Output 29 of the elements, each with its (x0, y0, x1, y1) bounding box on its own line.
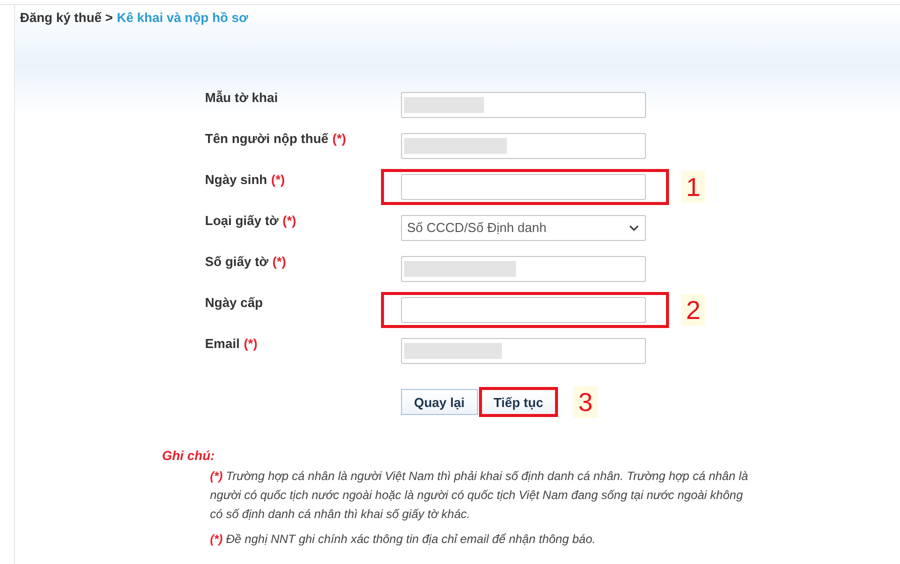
input-field[interactable] (401, 338, 646, 364)
field-label: Ngày cấp (205, 295, 263, 310)
document-type-select[interactable]: Số CCCD/Số Định danh (401, 214, 646, 240)
field-label: Email (205, 336, 240, 351)
step-number: 1 (681, 170, 706, 202)
required-mark: (*) (332, 131, 346, 146)
field-label: Số giấy tờ (205, 254, 268, 269)
field-label: Tên người nộp thuế (205, 131, 328, 146)
required-mark: (*) (272, 254, 286, 269)
chevron-down-icon (629, 224, 639, 230)
note-text: (*) Trường hợp cá nhân là người Việt Nam thì phải khai số định danh cá nhân. Trường hợp cá nhân là người có quốc tịch nước ngoài hoặc là người có quốc tịch Việt Nam đang sống tại nước ngoài không có số định danh cá nhân thì khai số giấy tờ khác. (210, 468, 750, 523)
input-field[interactable] (401, 256, 646, 282)
step-number: 3 (573, 386, 598, 418)
input-field[interactable] (401, 296, 646, 322)
field-label: Mẫu tờ khai (205, 90, 278, 105)
required-mark: (*) (271, 172, 285, 187)
field-label: Ngày sinh (205, 172, 268, 187)
step-number: 2 (681, 294, 706, 326)
input-field[interactable] (401, 174, 646, 200)
required-mark: (*) (244, 336, 258, 351)
note-text: (*) Đề nghị NNT ghi chính xác thông tin địa chỉ email để nhận thông báo. (210, 531, 597, 548)
required-mark: (*) (282, 213, 296, 228)
input-field[interactable] (401, 92, 646, 118)
form-button[interactable]: Tiếp tục (478, 387, 558, 417)
input-field[interactable] (401, 132, 646, 158)
breadcrumb-parent[interactable]: Đăng ký thuế > (20, 10, 113, 25)
notes-title: Ghi chú: (162, 448, 216, 463)
form-button[interactable]: Quay lại (401, 389, 478, 415)
field-label: Loại giấy tờ (205, 213, 279, 228)
